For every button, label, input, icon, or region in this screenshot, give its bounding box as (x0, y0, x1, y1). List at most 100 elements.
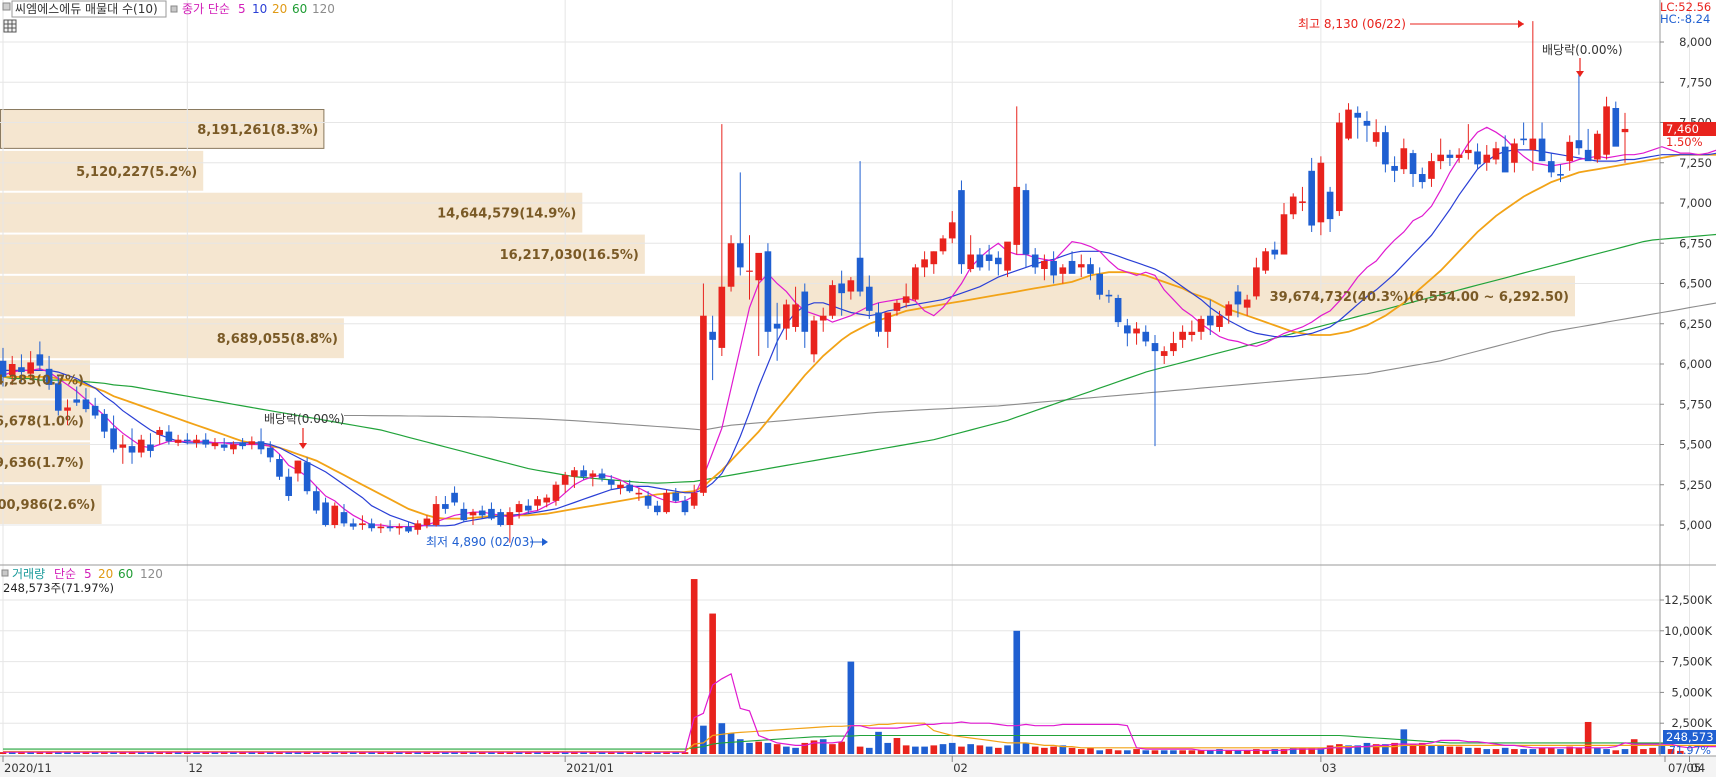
candle-body[interactable] (1151, 343, 1159, 352)
candle-body[interactable] (1216, 315, 1223, 327)
candle-body[interactable] (930, 251, 938, 265)
candle-body[interactable] (1446, 154, 1454, 158)
volume-bar[interactable] (1124, 750, 1131, 754)
candle-body[interactable] (1105, 294, 1113, 297)
candle-body[interactable] (1547, 161, 1555, 173)
candle-body[interactable] (423, 518, 431, 525)
candle-body[interactable] (1594, 133, 1601, 160)
candle-body[interactable] (958, 190, 965, 265)
candle-body[interactable] (709, 331, 716, 340)
volume-bar[interactable] (1575, 747, 1583, 754)
candle-body[interactable] (110, 428, 117, 450)
candle-body[interactable] (488, 508, 495, 519)
candle-body[interactable] (64, 407, 71, 411)
candle-body[interactable] (1612, 108, 1620, 147)
candle-body[interactable] (230, 444, 237, 450)
candle-body[interactable] (1575, 140, 1583, 149)
candle-body[interactable] (1031, 254, 1039, 268)
candle-body[interactable] (571, 470, 578, 477)
candle-body[interactable] (386, 526, 394, 529)
volume-bar[interactable] (1363, 742, 1371, 754)
candle-body[interactable] (331, 505, 339, 525)
candle-body[interactable] (1068, 260, 1076, 274)
candle-body[interactable] (193, 439, 200, 443)
candle-body[interactable] (1013, 186, 1021, 245)
candle-body[interactable] (939, 238, 947, 252)
candle-body[interactable] (1262, 251, 1269, 271)
volume-bar[interactable] (856, 746, 864, 754)
candle-body[interactable] (764, 251, 772, 332)
candle-body[interactable] (294, 460, 302, 474)
volume-bar[interactable] (718, 723, 726, 754)
candle-body[interactable] (1114, 297, 1122, 323)
volume-bar[interactable] (1133, 749, 1140, 754)
candle-body[interactable] (1603, 106, 1610, 155)
candle-body[interactable] (73, 399, 81, 403)
candle-body[interactable] (1022, 190, 1030, 255)
candle-body[interactable] (248, 441, 256, 445)
candle-body[interactable] (1289, 196, 1297, 215)
volume-bar[interactable] (1031, 746, 1039, 754)
volume-bar[interactable] (1584, 721, 1592, 754)
candle-body[interactable] (174, 439, 182, 443)
volume-bar[interactable] (1188, 750, 1196, 754)
candle-body[interactable] (626, 484, 633, 492)
volume-bar[interactable] (1492, 749, 1500, 754)
candle-body[interactable] (220, 444, 228, 448)
volume-bar[interactable] (1630, 739, 1638, 754)
candle-body[interactable] (1335, 122, 1343, 212)
candle-body[interactable] (1133, 328, 1140, 334)
candle-body[interactable] (119, 444, 127, 448)
volume-bar[interactable] (783, 746, 790, 754)
candle-body[interactable] (1382, 132, 1389, 165)
volume-bar[interactable] (847, 661, 855, 754)
candle-body[interactable] (1179, 331, 1186, 340)
volume-bar[interactable] (902, 745, 910, 754)
candle-body[interactable] (1280, 214, 1288, 255)
volume-bar[interactable] (921, 746, 928, 754)
candle-body[interactable] (838, 283, 845, 294)
volume-bar[interactable] (746, 742, 753, 754)
candle-body[interactable] (1243, 299, 1251, 308)
candle-body[interactable] (819, 315, 827, 321)
volume-bar[interactable] (976, 745, 984, 754)
volume-bar[interactable] (1446, 746, 1454, 754)
candle-body[interactable] (681, 500, 689, 513)
candle-body[interactable] (1317, 162, 1325, 223)
volume-bar[interactable] (1455, 746, 1463, 754)
candle-body[interactable] (101, 413, 108, 432)
volume-bar[interactable] (1649, 747, 1656, 754)
candle-body[interactable] (746, 270, 753, 272)
candle-body[interactable] (276, 458, 283, 477)
candle-body[interactable] (469, 512, 477, 516)
volume-bar[interactable] (1068, 747, 1076, 754)
candle-body[interactable] (1538, 138, 1546, 162)
candle-body[interactable] (755, 252, 763, 281)
volume-bar[interactable] (1326, 745, 1334, 754)
candle-body[interactable] (607, 479, 615, 485)
candle-body[interactable] (497, 512, 504, 525)
candle-body[interactable] (313, 491, 320, 511)
volume-bar[interactable] (912, 746, 919, 754)
candle-body[interactable] (948, 222, 956, 239)
candle-body[interactable] (893, 302, 901, 311)
candle-body[interactable] (349, 523, 357, 527)
volume-bar[interactable] (1465, 747, 1472, 754)
candle-body[interactable] (202, 439, 210, 445)
candle-body[interactable] (515, 504, 523, 513)
candle-body[interactable] (303, 462, 311, 492)
candle-body[interactable] (395, 526, 403, 529)
volume-bar[interactable] (1621, 749, 1629, 754)
candle-body[interactable] (663, 492, 670, 513)
volume-bar[interactable] (1004, 745, 1011, 754)
candle-body[interactable] (1345, 109, 1352, 139)
volume-bar[interactable] (1603, 749, 1610, 754)
candle-body[interactable] (1437, 154, 1444, 162)
candle-body[interactable] (1253, 267, 1260, 297)
candle-body[interactable] (1520, 138, 1527, 141)
candle-body[interactable] (36, 354, 44, 366)
candle-body[interactable] (635, 492, 643, 495)
volume-bar[interactable] (1474, 747, 1481, 754)
candle-body[interactable] (266, 447, 274, 458)
candle-body[interactable] (239, 442, 246, 447)
